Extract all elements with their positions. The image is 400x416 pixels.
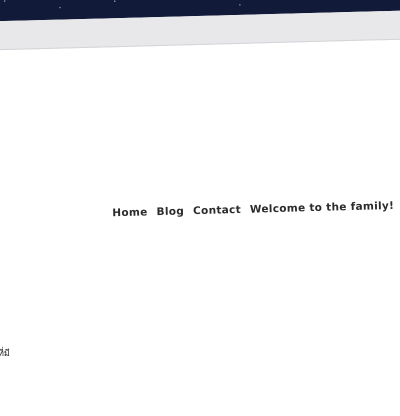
nav-home-link[interactable]: Home	[112, 206, 148, 219]
main-nav: Home Blog Contact Welcome to the family!	[112, 200, 394, 219]
nav-welcome-link[interactable]: Welcome to the family!	[250, 200, 395, 216]
nav-blog-link[interactable]: Blog	[156, 205, 184, 218]
nav-contact-link[interactable]: Contact	[193, 204, 241, 217]
footer-text: ที่มี	[0, 349, 10, 359]
page-surface: Home Blog Contact Welcome to the family!	[0, 0, 400, 416]
